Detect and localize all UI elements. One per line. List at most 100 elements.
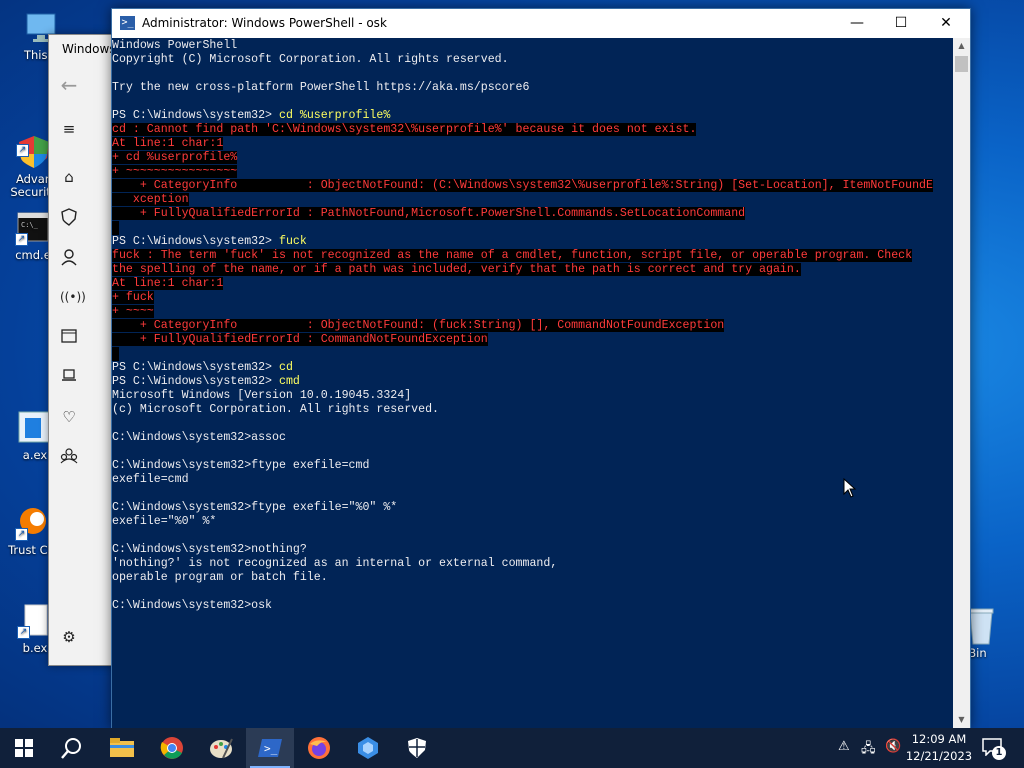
console-error-text: + cd %userprofile% (112, 151, 238, 164)
console-prompt: PS C:\Windows\system32> (112, 109, 279, 122)
title-bar[interactable]: >_ Administrator: Windows PowerShell - o… (112, 9, 970, 38)
console-line: + FullyQualifiedErrorId : PathNotFound,M… (112, 207, 952, 221)
desktop-icon-label: a.ex (22, 448, 48, 462)
console-line: Windows PowerShell (112, 39, 238, 52)
health-heart-icon[interactable]: ♡ (60, 408, 78, 426)
trust-cleaner-icon: ↗ (15, 505, 51, 541)
close-button[interactable]: ✕ (923, 9, 969, 38)
windows-security-title: Windows (62, 42, 116, 56)
console-line: + CategoryInfo : ObjectNotFound: (C:\Win… (112, 179, 952, 193)
back-arrow-icon[interactable]: ← (60, 75, 78, 95)
shield-outline-icon[interactable] (60, 208, 78, 226)
console-line: + cd %userprofile% (112, 151, 952, 165)
tray-volume-muted-icon[interactable]: 🔇 (885, 739, 901, 754)
network-wifi-icon[interactable]: ((•)) (60, 288, 86, 306)
scroll-up-arrow-icon[interactable]: ▲ (953, 38, 970, 54)
console-line: C:\Windows\system32>assoc (112, 431, 286, 444)
action-center-button[interactable]: 1 (982, 738, 1006, 760)
console-line: C:\Windows\system32>ftype exefile=cmd (112, 459, 370, 472)
maximize-button[interactable]: ☐ (878, 9, 924, 38)
console-error-text: the spelling of the name, or if a path w… (112, 263, 801, 276)
hamburger-menu-icon[interactable]: ≡ (60, 120, 78, 138)
taskbar-firefox[interactable] (295, 728, 343, 768)
console-line: fuck : The term 'fuck' is not recognized… (112, 249, 952, 263)
taskbar-app[interactable] (344, 728, 392, 768)
svg-text:C:\_: C:\_ (21, 221, 39, 229)
powershell-icon: >_ (120, 16, 135, 30)
console-line (112, 347, 952, 361)
file-explorer-icon (110, 738, 134, 757)
console-line: + fuck (112, 291, 952, 305)
cmd-icon: C:\_ ↗ (15, 210, 51, 246)
console-error-text: + FullyQualifiedErrorId : PathNotFound,M… (112, 207, 746, 220)
family-options-icon[interactable] (60, 448, 78, 466)
scrollbar-thumb[interactable] (955, 56, 968, 72)
scroll-down-arrow-icon[interactable]: ▼ (953, 712, 970, 728)
console-line: PS C:\Windows\system32> cd %userprofile% (112, 109, 952, 123)
taskbar-clock[interactable]: 12:09 AM 12/21/2023 (905, 731, 973, 765)
desktop-icon-label: cmd.e (15, 248, 51, 262)
app-browser-icon[interactable] (60, 328, 78, 346)
taskbar-paint[interactable] (197, 728, 245, 768)
console-line: PS C:\Windows\system32> cmd (112, 375, 952, 389)
powershell-icon: >_ (258, 739, 282, 757)
console-line: C:\Windows\system32>ftype exefile="%0" %… (112, 501, 398, 514)
console-error-text: cd : Cannot find path 'C:\Windows\system… (112, 123, 697, 136)
taskbar-chrome[interactable] (148, 728, 196, 768)
console-line: C:\Windows\system32>osk (112, 599, 273, 612)
start-button[interactable] (0, 728, 48, 768)
laptop-device-icon[interactable] (60, 368, 78, 386)
taskbar-file-explorer[interactable] (98, 728, 146, 768)
paint-icon (210, 738, 233, 759)
console-line: 'nothing?' is not recognized as an inter… (112, 557, 558, 570)
app-icon (358, 737, 378, 759)
console-error-text: + CategoryInfo : ObjectNotFound: (fuck:S… (112, 319, 725, 332)
console-line: C:\Windows\system32>nothing? (112, 543, 307, 556)
console-prompt: PS C:\Windows\system32> (112, 235, 279, 248)
console-error-text: + FullyQualifiedErrorId : CommandNotFoun… (112, 333, 488, 346)
powershell-window[interactable]: >_ Administrator: Windows PowerShell - o… (111, 8, 971, 729)
mouse-cursor-icon (843, 477, 857, 502)
console-prompt: PS C:\Windows\system32> (112, 361, 279, 374)
console-command: cmd (278, 375, 300, 388)
console-output[interactable]: Windows PowerShell Copyright (C) Microsof… (112, 38, 952, 729)
desktop-icon-label: b.ex (22, 641, 48, 655)
console-line: Microsoft Windows [Version 10.0.19045.33… (112, 389, 412, 402)
account-person-icon[interactable] (60, 248, 78, 266)
window-title: Administrator: Windows PowerShell - osk (142, 16, 387, 30)
taskbar-powershell[interactable]: >_ (246, 728, 294, 768)
console-line: PS C:\Windows\system32> cd (112, 361, 952, 375)
vertical-scrollbar[interactable]: ▲ ▼ (953, 38, 970, 728)
security-shield-icon (408, 738, 426, 758)
tray-network-icon[interactable]: 🖧 (861, 739, 876, 761)
console-line: Try the new cross-platform PowerShell ht… (112, 81, 530, 94)
console-error-text: + fuck (112, 291, 154, 304)
console-error-text: + CategoryInfo : ObjectNotFound: (C:\Win… (112, 179, 933, 192)
taskbar-windows-security[interactable] (393, 728, 441, 768)
clock-time: 12:09 AM (911, 732, 967, 746)
search-button[interactable] (48, 728, 96, 768)
tray-network-warning-icon[interactable]: ⚠ (838, 739, 850, 754)
console-command: fuck (278, 235, 307, 248)
settings-gear-icon[interactable]: ⚙ (60, 628, 78, 646)
console-line: operable program or batch file. (112, 571, 328, 584)
console-line: (c) Microsoft Corporation. All rights re… (112, 403, 439, 416)
console-error-text: + ~~~~ (112, 305, 154, 318)
svg-text:>_: >_ (264, 742, 278, 755)
console-line: + CategoryInfo : ObjectNotFound: (fuck:S… (112, 319, 952, 333)
chrome-icon (160, 737, 183, 759)
console-line: xception (112, 193, 952, 207)
windows-security-sidebar: ← ≡ ⌂ ((•)) ♡ ⚙ (49, 62, 89, 662)
console-error-marker (112, 221, 119, 235)
console-line: exefile="%0" %* (112, 515, 217, 528)
console-line: At line:1 char:1 (112, 277, 952, 291)
minimize-button[interactable]: — (834, 9, 880, 38)
home-icon[interactable]: ⌂ (60, 168, 78, 186)
firefox-icon (308, 737, 330, 759)
console-error-marker (112, 347, 119, 361)
console-line: PS C:\Windows\system32> fuck (112, 235, 952, 249)
console-error-text: fuck : The term 'fuck' is not recognized… (112, 249, 913, 262)
